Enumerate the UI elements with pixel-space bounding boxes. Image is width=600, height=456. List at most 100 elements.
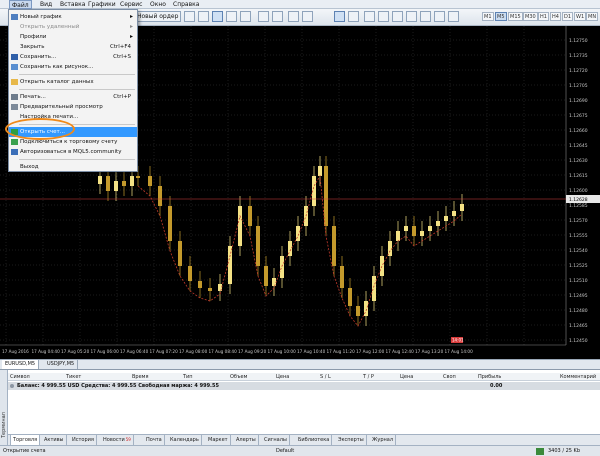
menu-open-remote[interactable]: Открыть удаленный ▸: [9, 22, 137, 32]
vertical-line-icon[interactable]: [364, 11, 375, 22]
tab-journal[interactable]: Журнал: [370, 435, 397, 445]
horizontal-line-icon[interactable]: [378, 11, 389, 22]
col-comment[interactable]: Комментарий: [560, 373, 596, 381]
menu-tools[interactable]: Сервис: [118, 0, 144, 9]
menu-item-label: Профили: [20, 34, 47, 40]
candle-body: [452, 211, 456, 216]
tab-market[interactable]: Маркет: [206, 435, 231, 445]
col-type[interactable]: Тип: [183, 373, 193, 381]
candle-body: [340, 266, 344, 288]
label-tool-icon[interactable]: [448, 11, 459, 22]
tab-exposure[interactable]: Активы: [42, 435, 67, 445]
menu-insert[interactable]: Вставка: [58, 0, 87, 9]
menu-charts[interactable]: Графики: [86, 0, 118, 9]
time-tick-label: 17 Aug 12:00: [356, 349, 385, 354]
col-price[interactable]: Цена: [276, 373, 289, 381]
timeframe-m15[interactable]: M15: [508, 12, 523, 21]
line-chart-icon[interactable]: [240, 11, 251, 22]
chart-shift-icon[interactable]: [184, 11, 195, 22]
fibonacci-icon[interactable]: [420, 11, 431, 22]
menu-print-preview[interactable]: Предварительный просмотр: [9, 102, 137, 112]
timeframe-h4[interactable]: H4: [550, 12, 561, 21]
menu-item-label: Сохранить как рисунок...: [20, 64, 94, 70]
channel-icon[interactable]: [406, 11, 417, 22]
price-tick-label: 1.12720: [569, 68, 588, 74]
menu-file[interactable]: Файл: [9, 0, 32, 9]
timeframe-m5[interactable]: M5: [495, 12, 507, 21]
timeframe-w1[interactable]: W1: [574, 12, 587, 21]
col-swap[interactable]: Своп: [443, 373, 456, 381]
candle-chart-icon[interactable]: [226, 11, 237, 22]
candle-body: [114, 181, 118, 191]
zoom-out-icon[interactable]: [272, 11, 283, 22]
time-tick-label: 17 Aug 06:00: [91, 349, 120, 354]
timeframe-h1[interactable]: H1: [538, 12, 549, 21]
price-tick-label: 1.12510: [569, 278, 588, 284]
menu-save-picture[interactable]: Сохранить как рисунок...: [9, 62, 137, 72]
candle-body: [168, 206, 172, 241]
time-tick-label: 17 Aug 09:20: [238, 349, 267, 354]
shortcut-text: Ctrl+P: [113, 94, 131, 100]
autoscroll-icon[interactable]: [198, 11, 209, 22]
highlight-circle: [5, 118, 75, 140]
crosshair-icon[interactable]: [348, 11, 359, 22]
bar-chart-icon[interactable]: [212, 11, 223, 22]
timeframe-m1[interactable]: M1: [482, 12, 494, 21]
tab-experts[interactable]: Эксперты: [336, 435, 367, 445]
zoom-in-icon[interactable]: [258, 11, 269, 22]
periods-icon[interactable]: [302, 11, 313, 22]
printer-icon: [11, 94, 18, 100]
col-price-current[interactable]: Цена: [400, 373, 413, 381]
candle-body: [122, 181, 126, 186]
timeframe-d1[interactable]: D1: [562, 12, 574, 21]
menu-item-label: Предварительный просмотр: [20, 104, 103, 110]
menu-save[interactable]: Сохранить... Ctrl+S: [9, 52, 137, 62]
trendline-icon[interactable]: [392, 11, 403, 22]
new-order-button[interactable]: Новый ордер: [134, 11, 182, 22]
col-symbol[interactable]: Символ: [10, 373, 30, 381]
price-tick-label: 1.12615: [569, 173, 588, 179]
menu-close[interactable]: Закрыть Ctrl+F4: [9, 42, 137, 52]
tab-history[interactable]: История: [70, 435, 97, 445]
menu-exit[interactable]: Выход: [9, 162, 137, 172]
tab-alerts[interactable]: Алерты: [234, 435, 259, 445]
tile-windows-icon[interactable]: [288, 11, 299, 22]
tab-eurusd-m5[interactable]: EURUSD,M5: [2, 360, 40, 369]
menu-item-label: Открыть каталог данных: [20, 79, 94, 85]
time-tick-label: 17 Aug 10:00: [268, 349, 297, 354]
cursor-icon[interactable]: [334, 11, 345, 22]
menu-help[interactable]: Справка: [171, 0, 201, 9]
price-tick-label: 1.12690: [569, 98, 588, 104]
tab-signals[interactable]: Сигналы: [262, 435, 290, 445]
menu-bar: Файл Вид Вставка Графики Сервис Окно Спр…: [0, 0, 600, 9]
menu-login-mql5[interactable]: Авторизоваться в MQL5.community: [9, 147, 137, 157]
text-tool-icon[interactable]: [434, 11, 445, 22]
menu-print[interactable]: Печать... Ctrl+P: [9, 92, 137, 102]
tab-library[interactable]: Библиотека: [296, 435, 333, 445]
tab-news[interactable]: Новости59: [101, 435, 134, 445]
col-ticket[interactable]: Тикет: [66, 373, 81, 381]
timeframe-m30[interactable]: M30: [523, 12, 538, 21]
menu-separator: [19, 89, 135, 90]
col-volume[interactable]: Объем: [230, 373, 247, 381]
tab-trade[interactable]: Торговля: [10, 435, 41, 445]
connection-icon: [536, 448, 544, 455]
menu-view[interactable]: Вид: [38, 0, 54, 9]
chart-tabs: EURUSD,M5 USDJPY,M5: [0, 359, 600, 369]
candle-body: [148, 176, 152, 186]
timeframe-mn[interactable]: MN: [586, 12, 599, 21]
menu-item-label: Авторизоваться в MQL5.community: [20, 149, 122, 155]
balance-row[interactable]: Баланс: 4 999.55 USD Средства: 4 999.55 …: [8, 382, 600, 390]
menu-open-data-folder[interactable]: Открыть каталог данных: [9, 77, 137, 87]
tab-calendar[interactable]: Календарь: [168, 435, 202, 445]
menu-window[interactable]: Окно: [148, 0, 168, 9]
tab-usdjpy-m5[interactable]: USDJPY,M5: [44, 360, 79, 369]
col-time[interactable]: Время: [132, 373, 148, 381]
menu-new-chart[interactable]: Новый график ▸: [9, 12, 137, 22]
menu-profiles[interactable]: Профили ▸: [9, 32, 137, 42]
candle-body: [280, 256, 284, 278]
col-sl[interactable]: S / L: [320, 373, 331, 381]
col-tp[interactable]: T / P: [363, 373, 374, 381]
tab-mailbox[interactable]: Почта: [144, 435, 165, 445]
col-profit[interactable]: Прибыль: [478, 373, 501, 381]
